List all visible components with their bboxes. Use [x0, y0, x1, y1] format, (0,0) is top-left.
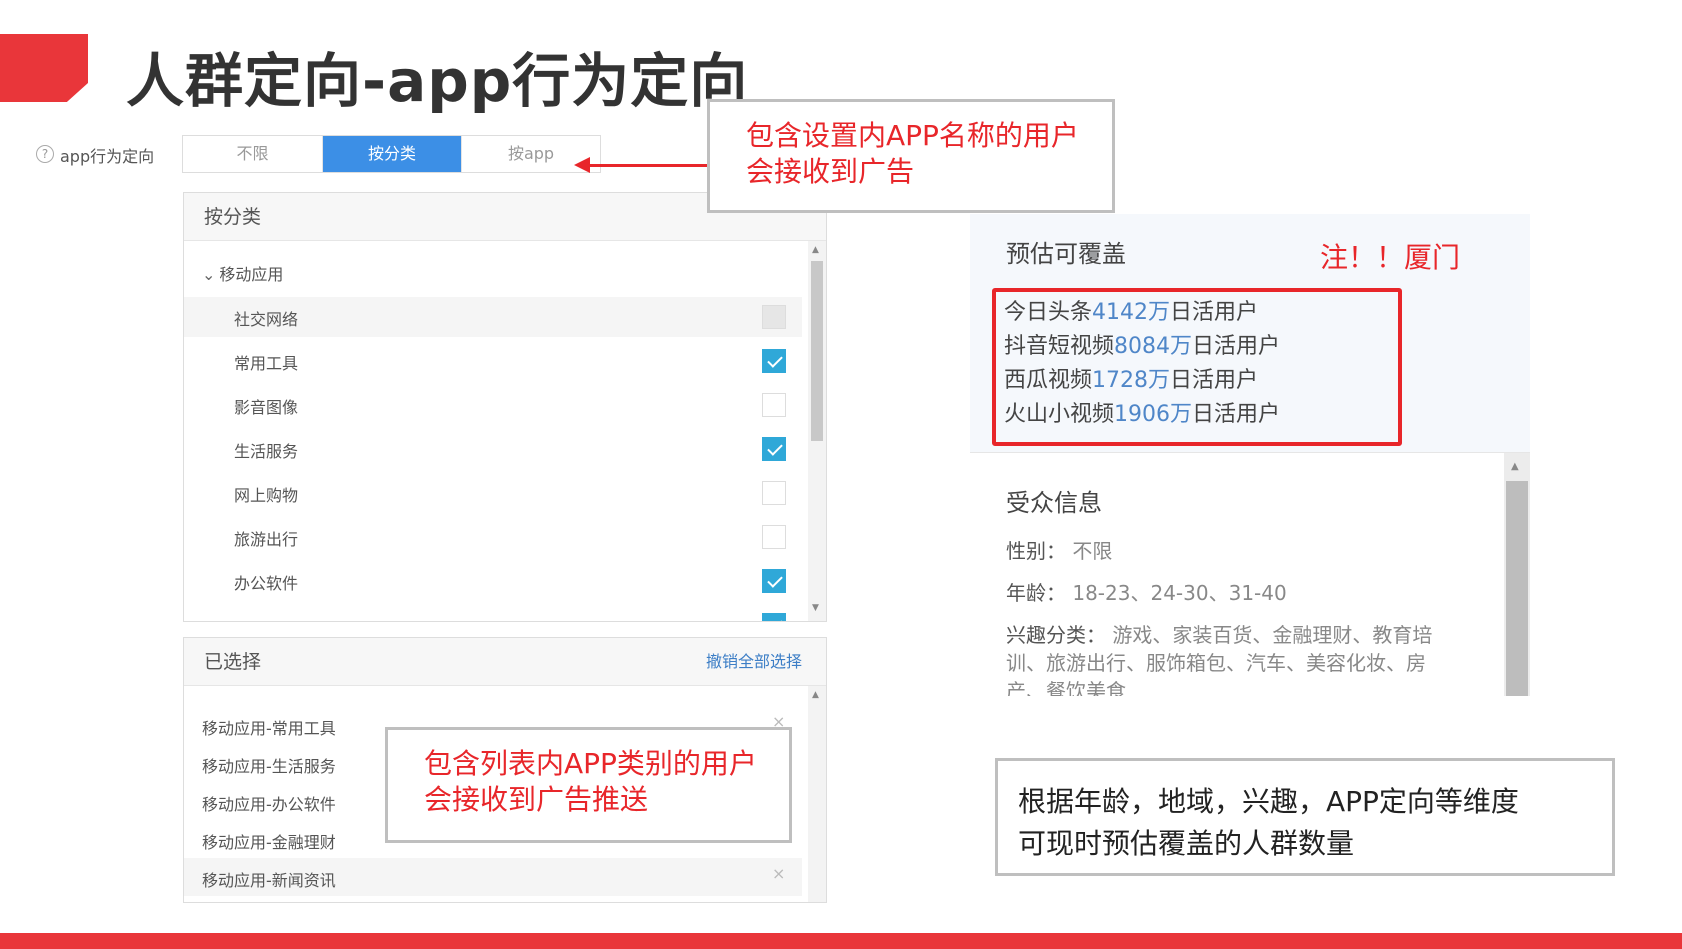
callout-arrow-line	[584, 164, 708, 167]
callout-app-name: 包含设置内APP名称的用户 会接收到广告	[707, 99, 1115, 213]
user-count: 8084万	[1114, 334, 1193, 359]
selected-label: 移动应用-生活服务	[202, 757, 336, 776]
audience-panel: 受众信息 性别： 不限 年龄： 18-23、24-30、31-40 兴趣分类： …	[970, 452, 1530, 696]
checkbox-checked[interactable]	[762, 569, 786, 593]
app-name: 火山小视频	[1004, 402, 1115, 427]
category-label: 常用工具	[234, 354, 299, 373]
title-accent-bar	[0, 34, 88, 102]
app-name: 西瓜视频	[1004, 368, 1093, 393]
audience-title: 受众信息	[1006, 489, 1102, 517]
filter-label: app行为定向	[60, 147, 155, 166]
category-item[interactable]: 社交网络	[184, 297, 802, 337]
user-count: 4142万	[1092, 300, 1171, 325]
group-mobile-apps[interactable]: ⌄ 移动应用	[202, 261, 283, 285]
category-label: 影音图像	[234, 398, 299, 417]
callout-estimate: 根据年龄，地域，兴趣，APP定向等维度 可现时预估覆盖的人群数量	[995, 758, 1615, 876]
category-item[interactable]: 办公软件	[184, 561, 802, 601]
gender-label: 性别：	[1006, 539, 1066, 563]
category-label: 办公软件	[234, 574, 299, 593]
category-label: 网上购物	[234, 486, 299, 505]
count-suffix: 日活用户	[1170, 300, 1259, 325]
callout-line: 包含设置内APP名称的用户	[746, 119, 1079, 152]
selected-label: 移动应用-新闻资讯	[202, 871, 336, 890]
selected-label: 移动应用-常用工具	[202, 719, 336, 738]
scrollbar-thumb[interactable]	[811, 261, 823, 441]
category-panel: 按分类 ⌄ 移动应用 社交网络 常用工具 影音图像 生活服务 网上购物 旅游出行 …	[183, 192, 827, 622]
selected-label: 移动应用-办公软件	[202, 795, 336, 814]
user-count: 1906万	[1114, 402, 1193, 427]
selected-panel-header: 已选择 撤销全部选择	[184, 638, 826, 686]
checkbox-checked[interactable]	[762, 613, 786, 621]
category-item-partial[interactable]	[184, 605, 802, 621]
audience-scrollbar[interactable]: ▲	[1504, 453, 1530, 696]
callout-line: 会接收到广告推送	[424, 783, 649, 816]
remove-icon[interactable]: ×	[772, 864, 785, 883]
count-suffix: 日活用户	[1192, 402, 1281, 427]
scroll-down-icon[interactable]: ▼	[812, 603, 819, 613]
arrow-left-icon	[574, 157, 590, 173]
category-label: 生活服务	[234, 442, 299, 461]
scroll-up-icon[interactable]: ▲	[812, 690, 819, 700]
selected-item: 移动应用-新闻资讯 ×	[184, 858, 802, 896]
selected-label: 移动应用-金融理财	[202, 833, 336, 852]
bottom-accent-bar	[0, 933, 1682, 949]
age-value: 18-23、24-30、31-40	[1072, 581, 1287, 605]
count-suffix: 日活用户	[1170, 368, 1259, 393]
category-label: 旅游出行	[234, 530, 299, 549]
checkbox-unchecked[interactable]	[762, 393, 786, 417]
audience-gender: 性别： 不限	[1006, 535, 1112, 564]
category-item[interactable]: 生活服务	[184, 429, 802, 469]
selected-title: 已选择	[204, 651, 262, 673]
coverage-title: 预估可覆盖	[1006, 240, 1126, 268]
category-label: 社交网络	[234, 310, 299, 329]
category-list: ⌄ 移动应用 社交网络 常用工具 影音图像 生活服务 网上购物 旅游出行 办公软件	[184, 241, 826, 621]
slide-title: 人群定向-app行为定向	[126, 47, 749, 115]
callout-line: 包含列表内APP类别的用户	[424, 747, 757, 780]
app-name: 抖音短视频	[1004, 334, 1115, 359]
audience-interest: 兴趣分类： 游戏、家装百货、金融理财、教育培训、旅游出行、服饰箱包、汽车、美容化…	[1006, 621, 1462, 696]
category-item[interactable]: 旅游出行	[184, 517, 802, 557]
checkbox-checked[interactable]	[762, 349, 786, 373]
segmented-control: 不限 按分类 按app	[182, 135, 601, 173]
coverage-line: 今日头条4142万日活用户	[1004, 294, 1258, 326]
selected-scrollbar[interactable]: ▲	[808, 686, 826, 902]
callout-line: 会接收到广告	[746, 155, 915, 188]
coverage-line: 西瓜视频1728万日活用户	[1004, 362, 1258, 394]
group-label: 移动应用	[219, 265, 284, 284]
user-count: 1728万	[1092, 368, 1171, 393]
checkbox-unchecked[interactable]	[762, 481, 786, 505]
undo-all-link[interactable]: 撤销全部选择	[706, 638, 802, 686]
category-item[interactable]: 影音图像	[184, 385, 802, 425]
count-suffix: 日活用户	[1192, 334, 1281, 359]
age-label: 年龄：	[1006, 581, 1066, 605]
checkbox-checked[interactable]	[762, 437, 786, 461]
category-item[interactable]: 常用工具	[184, 341, 802, 381]
chevron-down-icon: ⌄	[202, 265, 216, 284]
coverage-panel: 预估可覆盖 注！！厦门 今日头条4142万日活用户 抖音短视频8084万日活用户…	[970, 214, 1530, 452]
question-circle-icon[interactable]: ?	[36, 145, 54, 163]
coverage-note: 注！！厦门	[1320, 241, 1461, 274]
scroll-up-icon[interactable]: ▲	[812, 245, 819, 255]
audience-age: 年龄： 18-23、24-30、31-40	[1006, 577, 1287, 606]
coverage-line: 抖音短视频8084万日活用户	[1004, 328, 1280, 360]
option-by-category[interactable]: 按分类	[322, 136, 461, 172]
scrollbar-thumb[interactable]	[1506, 481, 1528, 696]
app-name: 今日头条	[1004, 300, 1093, 325]
category-scrollbar[interactable]: ▲ ▼	[808, 241, 826, 621]
option-unlimited[interactable]: 不限	[183, 136, 322, 172]
checkbox-unchecked[interactable]	[762, 525, 786, 549]
coverage-line: 火山小视频1906万日活用户	[1004, 396, 1280, 428]
scroll-up-icon[interactable]: ▲	[1511, 461, 1519, 472]
interest-label: 兴趣分类：	[1006, 623, 1106, 647]
gender-value: 不限	[1072, 539, 1113, 563]
callout-line: 可现时预估覆盖的人群数量	[1018, 827, 1355, 860]
callout-line: 根据年龄，地域，兴趣，APP定向等维度	[1018, 785, 1519, 818]
category-item[interactable]: 网上购物	[184, 473, 802, 513]
callout-app-category: 包含列表内APP类别的用户 会接收到广告推送	[385, 727, 792, 843]
checkbox-disabled	[762, 305, 786, 329]
